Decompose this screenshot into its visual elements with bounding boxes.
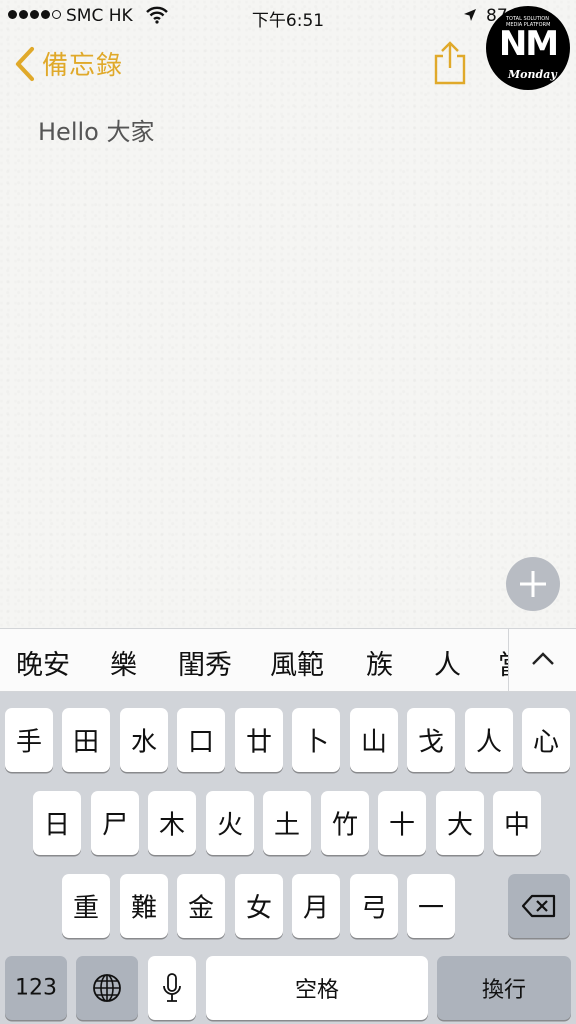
watermark-mark: NM bbox=[498, 24, 559, 64]
candidate-item[interactable]: 閨秀 bbox=[178, 643, 232, 682]
key[interactable]: 大 bbox=[436, 791, 484, 855]
chevron-left-icon bbox=[15, 46, 35, 81]
watermark-logo: TOTAL SOLUTION MEDIA PLATFORM NM Monday bbox=[486, 6, 570, 90]
key[interactable]: 水 bbox=[120, 708, 168, 772]
key[interactable]: 火 bbox=[206, 791, 254, 855]
numbers-key[interactable]: 123 bbox=[5, 956, 67, 1020]
microphone-icon bbox=[163, 973, 181, 1002]
share-icon[interactable] bbox=[432, 40, 468, 86]
back-button-label: 備忘錄 bbox=[42, 51, 124, 81]
backspace-key[interactable] bbox=[508, 874, 570, 938]
key[interactable]: 難 bbox=[120, 874, 168, 938]
return-key[interactable]: 換行 bbox=[437, 956, 571, 1020]
key[interactable]: 重 bbox=[62, 874, 110, 938]
key[interactable]: 金 bbox=[177, 874, 225, 938]
candidate-bar: 晚安 樂 閨秀 風範 族 人 當 bbox=[0, 628, 576, 692]
key[interactable]: 戈 bbox=[407, 708, 455, 772]
candidate-item[interactable]: 樂 bbox=[110, 643, 137, 682]
candidate-item[interactable]: 風範 bbox=[270, 643, 324, 682]
key[interactable]: 尸 bbox=[91, 791, 139, 855]
key[interactable]: 弓 bbox=[350, 874, 398, 938]
note-body-text[interactable]: Hello 大家 bbox=[38, 112, 154, 147]
key[interactable]: 竹 bbox=[321, 791, 369, 855]
note-paper[interactable] bbox=[0, 0, 576, 628]
key[interactable]: 中 bbox=[493, 791, 541, 855]
key[interactable]: 田 bbox=[62, 708, 110, 772]
backspace-icon bbox=[521, 894, 556, 918]
key[interactable]: 口 bbox=[177, 708, 225, 772]
key[interactable]: 手 bbox=[5, 708, 53, 772]
space-key[interactable]: 空格 bbox=[206, 956, 428, 1020]
key[interactable]: 女 bbox=[235, 874, 283, 938]
keyboard: 手 田 水 口 廿 卜 山 戈 人 心 日 尸 木 火 土 竹 十 大 中 重 … bbox=[0, 692, 576, 1024]
key[interactable]: 人 bbox=[465, 708, 513, 772]
globe-icon bbox=[93, 974, 121, 1002]
chevron-up-icon bbox=[532, 652, 554, 665]
key[interactable]: 心 bbox=[522, 708, 570, 772]
key[interactable]: 月 bbox=[292, 874, 340, 938]
key[interactable]: 一 bbox=[407, 874, 455, 938]
candidate-expand-button[interactable] bbox=[508, 629, 576, 691]
microphone-key[interactable] bbox=[148, 956, 196, 1020]
location-arrow-icon bbox=[464, 9, 476, 21]
key[interactable]: 土 bbox=[263, 791, 311, 855]
add-plus-button[interactable] bbox=[506, 557, 560, 611]
watermark-brand: Monday bbox=[508, 68, 557, 81]
key[interactable]: 日 bbox=[33, 791, 81, 855]
candidate-item[interactable]: 人 bbox=[434, 643, 461, 682]
key[interactable]: 山 bbox=[350, 708, 398, 772]
candidate-item[interactable]: 晚安 bbox=[16, 643, 70, 682]
candidate-item[interactable]: 族 bbox=[366, 643, 393, 682]
key[interactable]: 木 bbox=[148, 791, 196, 855]
globe-key[interactable] bbox=[76, 956, 138, 1020]
key[interactable]: 十 bbox=[378, 791, 426, 855]
back-button[interactable]: 備忘錄 bbox=[14, 45, 123, 82]
key[interactable]: 卜 bbox=[292, 708, 340, 772]
key[interactable]: 廿 bbox=[235, 708, 283, 772]
